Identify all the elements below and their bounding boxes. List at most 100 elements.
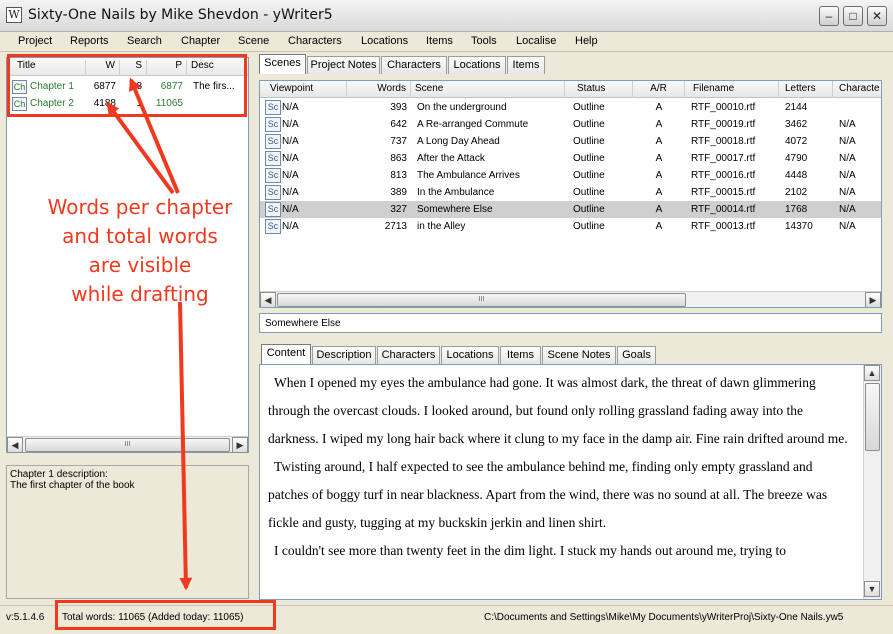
scene-status: Outline — [573, 153, 605, 164]
scene-filename: RTF_00013.rtf — [691, 221, 756, 232]
scene-status: Outline — [573, 119, 605, 130]
col-scene[interactable]: Scene — [411, 81, 565, 98]
scene-name: On the underground — [417, 102, 507, 113]
scroll-right-icon[interactable]: ▶ — [865, 292, 881, 307]
menu-help[interactable]: Help — [575, 35, 598, 47]
scene-viewpoint: N/A — [282, 187, 299, 198]
col-viewpoint[interactable]: Viewpoint — [260, 81, 347, 98]
tab-characters[interactable]: Characters — [377, 346, 440, 364]
scene-characters: N/A — [839, 221, 856, 232]
content-paragraph[interactable]: Twisting around, I half expected to see … — [268, 453, 856, 537]
scene-row[interactable]: Sc N/A 393 On the underground Outline A RTF_00… — [260, 99, 881, 116]
scroll-up-icon[interactable]: ▲ — [864, 365, 880, 381]
menu-locations[interactable]: Locations — [361, 35, 408, 47]
maximize-button[interactable]: □ — [843, 6, 863, 26]
annotation-line: Words per chapter — [47, 195, 233, 219]
scroll-thumb[interactable] — [865, 383, 880, 451]
scene-icon: Sc — [265, 134, 281, 149]
scene-filename: RTF_00010.rtf — [691, 102, 756, 113]
tab-characters[interactable]: Characters — [381, 56, 447, 74]
annotation-line: while drafting — [71, 282, 209, 306]
tab-scene-notes[interactable]: Scene Notes — [542, 346, 616, 364]
scene-characters: N/A — [839, 136, 856, 147]
menu-tools[interactable]: Tools — [471, 35, 497, 47]
chapter-description-heading: Chapter 1 description: — [10, 469, 108, 480]
col-status[interactable]: Status — [565, 81, 633, 98]
scene-ar: A — [655, 153, 663, 164]
chapter-description-panel[interactable]: Chapter 1 description: The first chapter… — [6, 465, 249, 599]
tab-items[interactable]: Items — [500, 346, 541, 364]
scene-row[interactable]: Sc N/A 642 A Re-arranged Commute Outline A RTF… — [260, 116, 881, 133]
scene-words: 2713 — [384, 221, 407, 232]
scene-row[interactable]: Sc N/A 389 In the Ambulance Outline A RTF_0001… — [260, 184, 881, 201]
tab-scenes[interactable]: Scenes — [259, 54, 306, 74]
content-paragraph[interactable]: I couldn't see more than twenty feet in … — [268, 537, 856, 565]
scroll-left-icon[interactable]: ◀ — [260, 292, 276, 307]
scene-letters: 2144 — [785, 102, 808, 113]
scene-icon: Sc — [265, 185, 281, 200]
scene-content-text[interactable]: When I opened my eyes the ambulance had … — [268, 369, 856, 565]
scene-characters: N/A — [839, 204, 856, 215]
menu-chapter[interactable]: Chapter — [181, 35, 220, 47]
col-filename[interactable]: Filename — [685, 81, 779, 98]
minimize-button[interactable]: – — [819, 6, 839, 26]
tab-goals[interactable]: Goals — [617, 346, 656, 364]
scroll-right-icon[interactable]: ▶ — [232, 437, 248, 453]
content-paragraph[interactable]: When I opened my eyes the ambulance had … — [268, 369, 856, 453]
scene-filename: RTF_00014.rtf — [691, 204, 756, 215]
tab-locations[interactable]: Locations — [448, 56, 506, 74]
tab-project-notes[interactable]: Project Notes — [307, 56, 380, 74]
scroll-left-icon[interactable]: ◀ — [7, 437, 23, 453]
scroll-thumb[interactable]: III — [25, 438, 230, 452]
scene-name: The Ambulance Arrives — [417, 170, 520, 181]
scene-name: A Long Day Ahead — [417, 136, 500, 147]
scene-content-editor[interactable]: When I opened my eyes the ambulance had … — [259, 364, 882, 600]
scene-name: After the Attack — [417, 153, 485, 164]
tab-items[interactable]: Items — [507, 56, 545, 74]
scene-row[interactable]: Sc N/A 2713 in the Alley Outline A RTF_00013.r… — [260, 218, 881, 235]
scene-row[interactable]: Sc N/A 863 After the Attack Outline A RTF_0001… — [260, 150, 881, 167]
scene-viewpoint: N/A — [282, 204, 299, 215]
scene-title-field[interactable]: Somewhere Else — [259, 313, 882, 333]
col-words[interactable]: Words — [347, 81, 411, 98]
window-title: Sixty-One Nails by Mike Shevdon - yWrite… — [28, 7, 333, 23]
menu-items[interactable]: Items — [426, 35, 453, 47]
scene-list-scrollbar[interactable]: ◀ III ▶ — [260, 291, 881, 307]
menu-scene[interactable]: Scene — [238, 35, 269, 47]
menu-project[interactable]: Project — [18, 35, 52, 47]
scene-letters: 2102 — [785, 187, 808, 198]
col-letters[interactable]: Letters — [779, 81, 833, 98]
tab-content[interactable]: Content — [261, 344, 311, 364]
scene-ar: A — [655, 170, 663, 181]
menu-localise[interactable]: Localise — [516, 35, 556, 47]
scene-words: 863 — [390, 153, 407, 164]
scene-ar: A — [655, 136, 663, 147]
menu-reports[interactable]: Reports — [70, 35, 109, 47]
scene-status: Outline — [573, 187, 605, 198]
scene-row[interactable]: Sc N/A 327 Somewhere Else Outline A RTF_00014.… — [260, 201, 881, 218]
scene-icon: Sc — [265, 202, 281, 217]
scene-filename: RTF_00016.rtf — [691, 170, 756, 181]
menu-characters[interactable]: Characters — [288, 35, 342, 47]
annotation-line: and total words — [62, 224, 218, 248]
menu-search[interactable]: Search — [127, 35, 162, 47]
scene-viewpoint: N/A — [282, 102, 299, 113]
col-characters[interactable]: Characte — [833, 81, 881, 98]
scene-row[interactable]: Sc N/A 737 A Long Day Ahead Outline A RTF_0001… — [260, 133, 881, 150]
scroll-down-icon[interactable]: ▼ — [864, 581, 880, 597]
scene-icon: Sc — [265, 168, 281, 183]
scene-viewpoint: N/A — [282, 170, 299, 181]
tab-locations[interactable]: Locations — [441, 346, 499, 364]
chapter-description-text: The first chapter of the book — [10, 480, 135, 491]
scene-icon: Sc — [265, 117, 281, 132]
col-ar[interactable]: A/R — [633, 81, 685, 98]
scene-words: 737 — [390, 136, 407, 147]
total-words-highlight — [55, 600, 276, 630]
chapter-list-scrollbar[interactable]: ◀ III ▶ — [7, 436, 248, 453]
tab-description[interactable]: Description — [312, 346, 376, 364]
editor-scrollbar[interactable]: ▲ ▼ — [863, 365, 881, 599]
scene-filename: RTF_00019.rtf — [691, 119, 756, 130]
scroll-thumb[interactable]: III — [277, 293, 686, 307]
close-button[interactable]: ✕ — [867, 6, 887, 26]
scene-row[interactable]: Sc N/A 813 The Ambulance Arrives Outline A RTF… — [260, 167, 881, 184]
